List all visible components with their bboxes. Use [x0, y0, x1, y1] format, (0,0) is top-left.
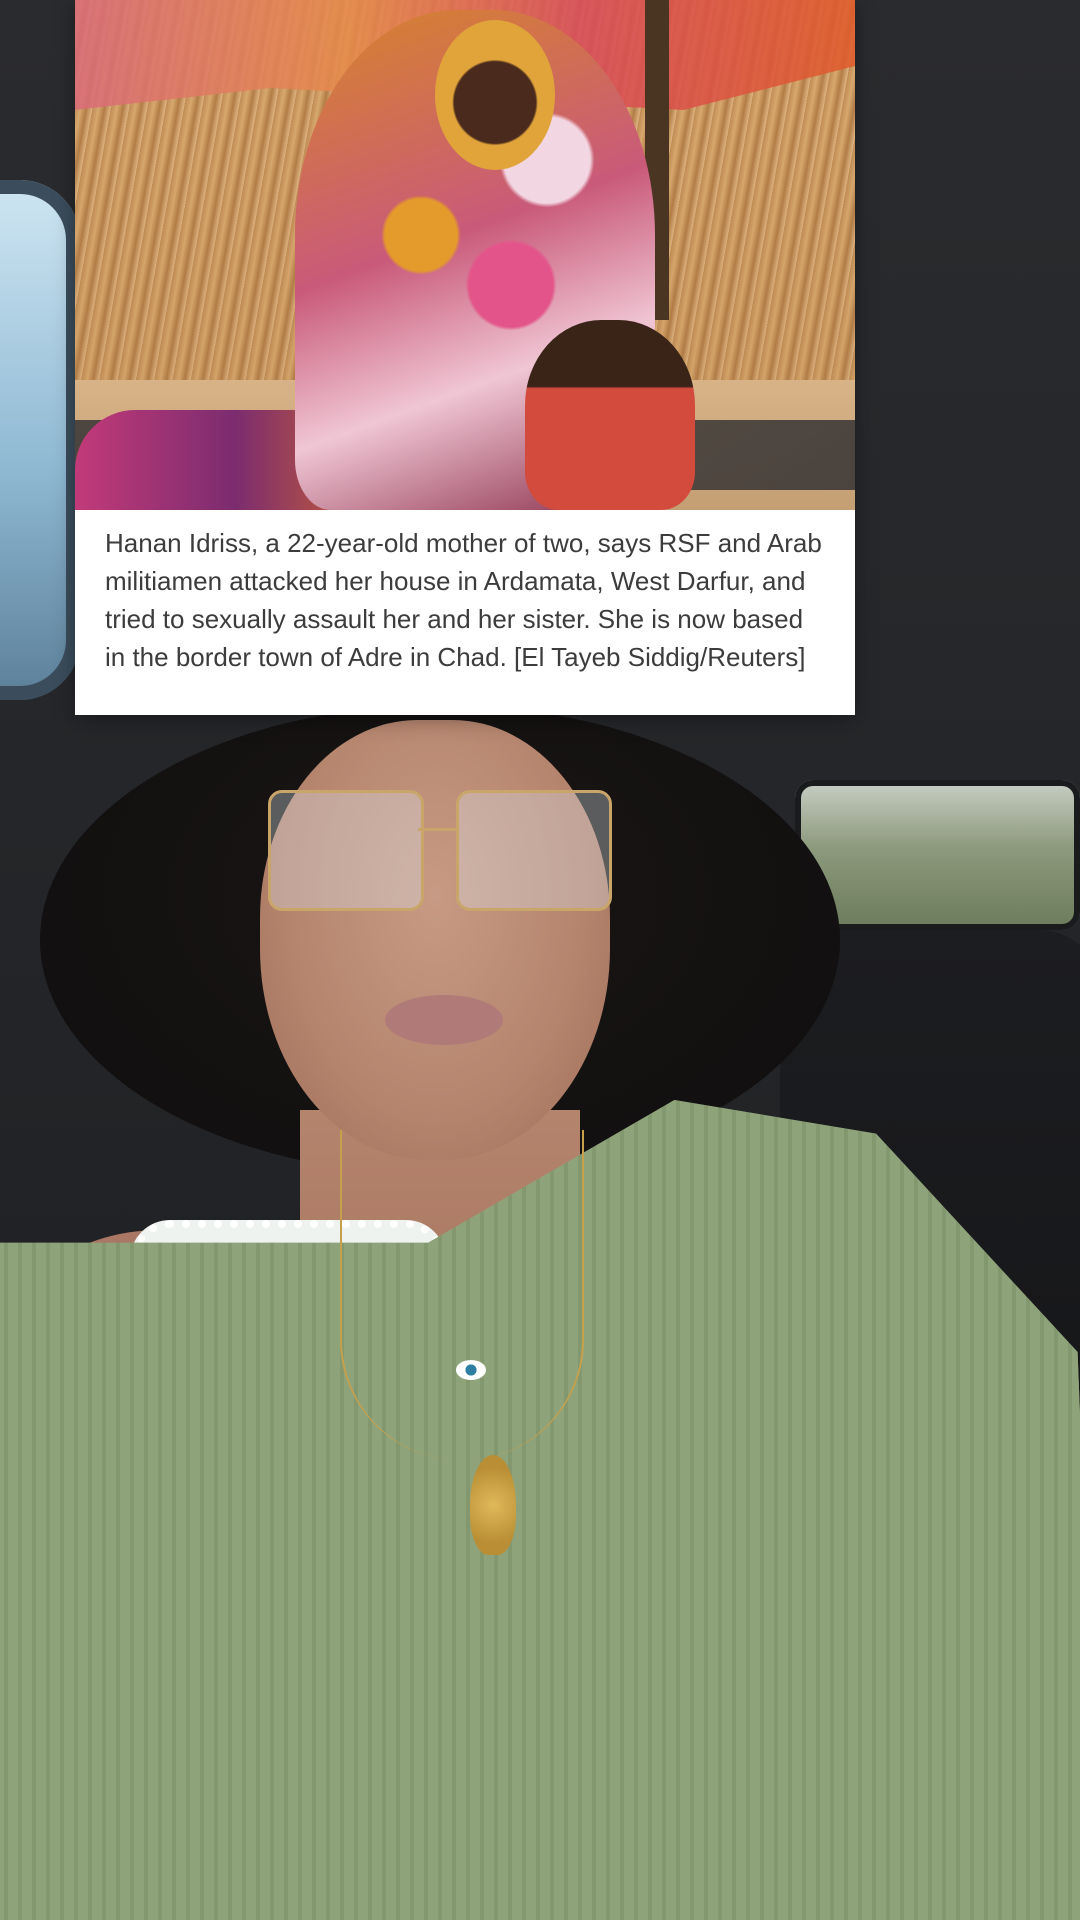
news-photo	[75, 0, 855, 510]
photo-woman-head	[435, 20, 555, 170]
glasses-bridge	[418, 828, 458, 831]
speaker-glasses	[268, 790, 612, 911]
lotus-pendant	[470, 1455, 516, 1555]
photo-sleeping-child	[525, 320, 695, 510]
news-screenshot-overlay: Hanan Idriss, a 22-year-old mother of tw…	[75, 0, 855, 715]
glasses-lens-left	[268, 790, 424, 911]
glasses-lens-right	[456, 790, 612, 911]
car-rear-window	[795, 780, 1080, 930]
necklace-chain	[340, 1130, 584, 1460]
photo-caption: Hanan Idriss, a 22-year-old mother of tw…	[105, 528, 822, 672]
car-window-left	[0, 180, 80, 700]
video-screen: Hanan Idriss, a 22-year-old mother of tw…	[0, 0, 1080, 1920]
evil-eye-charm	[456, 1360, 486, 1380]
speaker-lips	[385, 995, 503, 1045]
speaker-face	[260, 720, 610, 1160]
